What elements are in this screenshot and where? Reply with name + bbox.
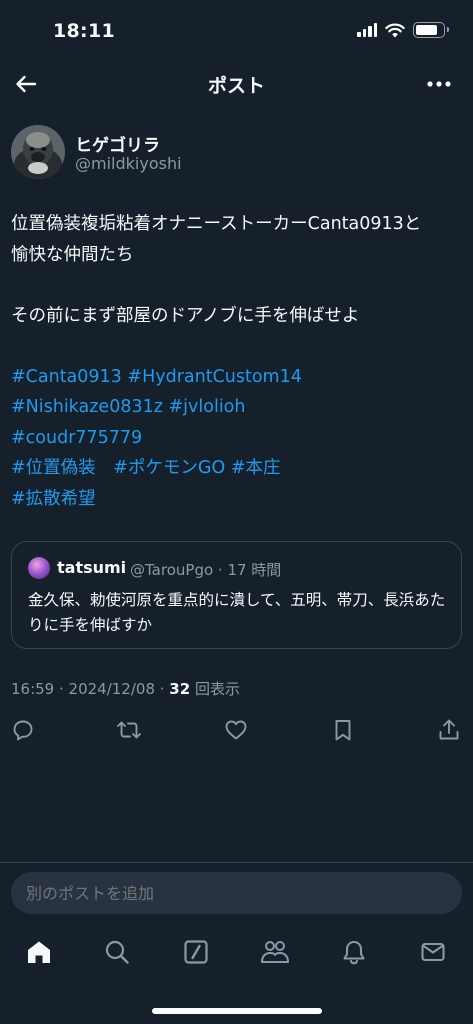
bookmark-icon [335, 720, 351, 741]
tab-search[interactable] [99, 934, 135, 970]
post-text-line: 愉快な仲間たち [11, 244, 134, 265]
post-text-line: その前にまず部屋のドアノブに手を伸ばせよ [11, 305, 360, 326]
bookmark-button[interactable] [325, 712, 361, 748]
notifications-icon [343, 940, 365, 965]
communities-icon [261, 941, 289, 963]
hashtag-line: #位置偽装 #ポケモンGO #本庄 [11, 453, 463, 484]
tab-communities[interactable] [257, 934, 293, 970]
share-icon [439, 719, 459, 740]
hashtag-line: #Nishikaze0831z #jvlolioh [11, 392, 463, 423]
post-text-line [11, 270, 463, 301]
quoted-meta: @TarouPgo · 17 時間 [130, 561, 282, 579]
hashtag-line: #拡散希望 [11, 484, 463, 515]
battery-icon [413, 22, 449, 38]
bottom-tab-bar [0, 930, 473, 974]
wifi-icon [385, 23, 405, 37]
hashtag-link[interactable]: #Nishikaze0831z [11, 397, 163, 417]
more-options-button[interactable] [423, 68, 455, 100]
hashtag-link[interactable]: #Canta0913 [11, 367, 122, 387]
share-button[interactable] [431, 712, 467, 748]
composer-divider [0, 862, 473, 863]
messages-icon [421, 942, 445, 962]
post-author[interactable]: ヒゲゴリラ @mildkiyoshi [11, 125, 461, 181]
status-icons [357, 22, 449, 38]
hashtag-line: #coudr775779 [11, 423, 463, 454]
avatar[interactable] [11, 125, 65, 179]
quoted-post[interactable]: tatsumi @TarouPgo · 17 時間 金久保、勅使河原を重点的に潰… [11, 541, 462, 649]
view-count[interactable]: 32 [169, 680, 190, 698]
hashtag-link[interactable]: #拡散希望 [11, 489, 96, 509]
post-text-line: 位置偽装複垢粘着オナニーストーカーCanta0913と [11, 214, 422, 234]
like-icon [225, 720, 247, 740]
post-timestamp: 16:59 · 2024/12/08 · 32 回表示 [11, 678, 240, 699]
hashtag-line: #Canta0913 #HydrantCustom14 [11, 362, 463, 393]
hashtag-link[interactable]: #ポケモンGO [113, 458, 225, 478]
post-text-line [11, 331, 463, 362]
post-datetime: 16:59 · 2024/12/08 · [11, 680, 170, 698]
reply-input[interactable] [11, 872, 462, 914]
post-actions [0, 712, 473, 748]
reply-icon [13, 720, 33, 741]
quoted-avatar [28, 557, 50, 579]
header: ポスト [0, 62, 473, 106]
author-handle[interactable]: @mildkiyoshi [75, 154, 182, 173]
hashtag-link[interactable]: #coudr775779 [11, 428, 142, 448]
tab-messages[interactable] [415, 934, 451, 970]
home-icon [28, 941, 50, 963]
post-text: 位置偽装複垢粘着オナニーストーカーCanta0913と 愉快な仲間たち その前に… [11, 209, 463, 514]
hashtag-link[interactable]: #本庄 [231, 458, 281, 478]
hashtag-link[interactable]: #jvlolioh [169, 397, 246, 417]
quoted-author-name: tatsumi [57, 558, 127, 577]
tab-grok[interactable] [178, 934, 214, 970]
more-icon [427, 81, 451, 87]
hashtag-link[interactable]: #HydrantCustom14 [127, 367, 301, 387]
page-title: ポスト [207, 75, 265, 97]
reply-button[interactable] [5, 712, 41, 748]
cellular-signal-icon [357, 23, 377, 37]
tab-notifications[interactable] [336, 934, 372, 970]
grok-icon [184, 940, 208, 964]
view-count-label: 回表示 [190, 680, 240, 698]
gorilla-avatar-image [11, 125, 65, 179]
status-bar: 18:11 [0, 0, 473, 62]
search-icon [105, 940, 129, 964]
repost-button[interactable] [111, 712, 147, 748]
status-time: 18:11 [53, 20, 115, 42]
tab-home[interactable] [21, 934, 57, 970]
repost-icon [117, 721, 141, 739]
hashtag-link[interactable]: #位置偽装 [11, 458, 96, 478]
quoted-text: 金久保、勅使河原を重点的に潰して、五明、帯刀、長浜あたりに手を伸ばすか [28, 591, 446, 634]
home-indicator[interactable] [152, 1008, 322, 1014]
author-display-name[interactable]: ヒゲゴリラ [75, 131, 160, 156]
like-button[interactable] [218, 712, 254, 748]
